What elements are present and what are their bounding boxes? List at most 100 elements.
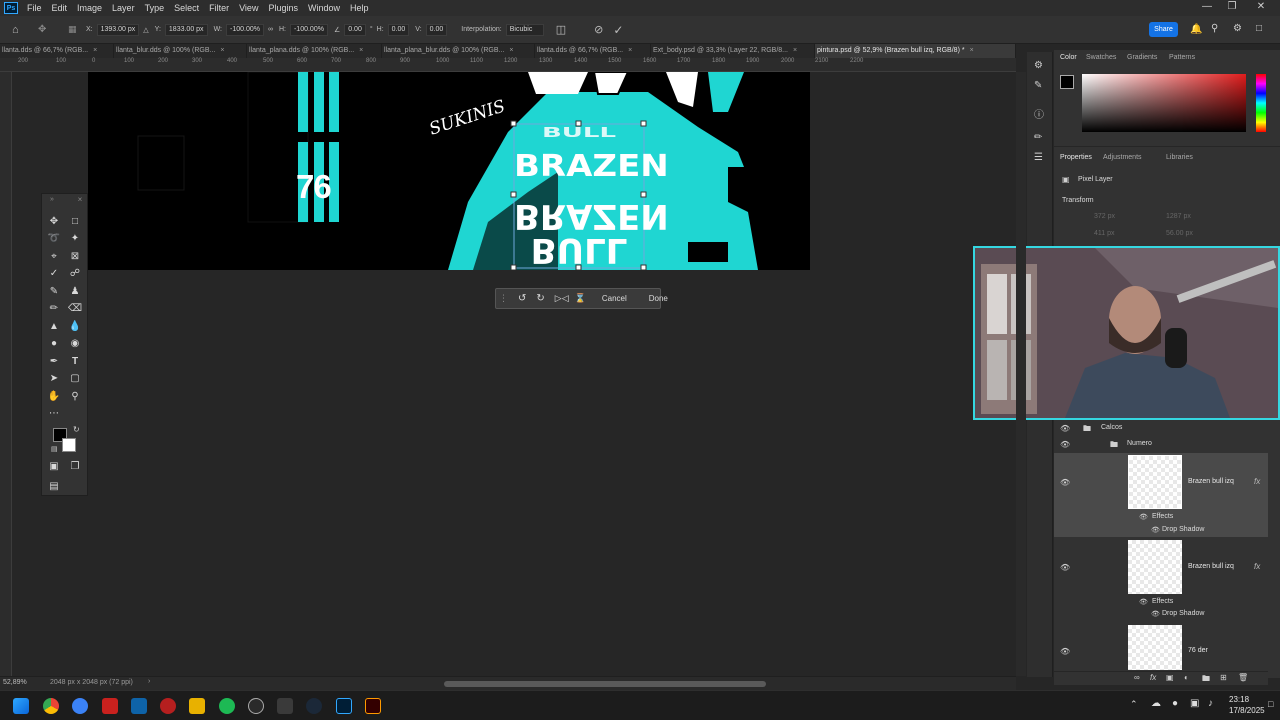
share-button[interactable]: Share bbox=[1149, 22, 1178, 37]
frame-tool-icon[interactable]: ⊠ bbox=[67, 250, 83, 264]
canvas-area[interactable]: 76 SUKINIS BRAZEN BULL BRAZEN BULL bbox=[12, 72, 1014, 676]
healing-brush-tool-icon[interactable]: ☍ bbox=[67, 267, 83, 281]
reference-point-icon[interactable]: ▦ bbox=[68, 24, 82, 35]
done-button[interactable]: Done bbox=[649, 294, 668, 303]
gear-icon[interactable]: ⚙ bbox=[1233, 23, 1242, 34]
info-panel-icon[interactable]: ⓘ bbox=[1034, 106, 1044, 121]
close-tab-icon[interactable]: × bbox=[93, 47, 97, 54]
layer-name[interactable]: Brazen bull izq bbox=[1188, 478, 1234, 485]
drag-handle-icon[interactable]: ⋮ bbox=[499, 293, 508, 304]
hand-tool-icon[interactable]: ✋ bbox=[46, 390, 62, 404]
tab-llanta-plana[interactable]: llanta_plana.dds @ 100% (RGB... × bbox=[247, 44, 382, 58]
vertical-ruler[interactable] bbox=[0, 72, 12, 676]
close-tab-icon[interactable]: × bbox=[359, 47, 363, 54]
steam-icon[interactable] bbox=[306, 698, 322, 714]
history-panel-icon[interactable]: ⚙ bbox=[1034, 60, 1043, 71]
adjust-panel-icon[interactable]: ☰ bbox=[1034, 152, 1043, 163]
visibility-eye-icon[interactable]: 👁 bbox=[1151, 526, 1160, 534]
tab-libraries[interactable]: Libraries bbox=[1166, 154, 1193, 161]
commit-transform-icon[interactable]: ✓ bbox=[613, 23, 623, 37]
crop-tool-icon[interactable]: ⌖ bbox=[46, 250, 62, 264]
add-mask-icon[interactable]: ▣ bbox=[1166, 673, 1174, 682]
close-tab-icon[interactable]: × bbox=[628, 47, 632, 54]
panel-foreground-swatch[interactable] bbox=[1060, 75, 1074, 89]
layer-name[interactable]: 76 der bbox=[1188, 647, 1208, 654]
hue-slider[interactable] bbox=[1256, 74, 1266, 132]
menu-view[interactable]: View bbox=[234, 3, 263, 13]
app-icon[interactable] bbox=[72, 698, 88, 714]
chrome-icon[interactable] bbox=[43, 698, 59, 714]
cloud-icon[interactable]: ☁ bbox=[1151, 698, 1161, 709]
lasso-tool-icon[interactable]: ➰ bbox=[46, 232, 62, 246]
brush-panel-icon[interactable]: ✏ bbox=[1034, 132, 1042, 143]
close-tab-icon[interactable]: × bbox=[970, 47, 974, 54]
file-explorer-icon[interactable] bbox=[189, 698, 205, 714]
menu-select[interactable]: Select bbox=[169, 3, 204, 13]
new-group-icon[interactable]: 🖿 bbox=[1202, 673, 1210, 687]
visibility-eye-icon[interactable]: 👁 bbox=[1151, 610, 1160, 618]
angle-field[interactable]: 0.00 bbox=[344, 23, 366, 36]
rotate-left-icon[interactable]: ↺ bbox=[518, 293, 526, 304]
tab-llanta[interactable]: llanta.dds @ 66,7% (RGB... × bbox=[0, 44, 114, 58]
move-tool-icon[interactable]: ✥ bbox=[38, 24, 52, 35]
more-tools-icon[interactable]: ⋯ bbox=[46, 407, 62, 421]
close-tab-icon[interactable]: × bbox=[793, 47, 797, 54]
hskew-field[interactable]: 0.00 bbox=[387, 23, 410, 36]
horizontal-ruler[interactable]: 200 100 0 100 200 300 400 500 600 700 80… bbox=[0, 58, 1016, 72]
warp-icon[interactable]: ◫ bbox=[556, 23, 566, 36]
blur-tool-icon[interactable]: 💧 bbox=[67, 320, 83, 334]
layer-group-name[interactable]: Calcos bbox=[1101, 424, 1122, 431]
search-icon[interactable]: ⚲ bbox=[1211, 23, 1218, 34]
zoom-tool-icon[interactable]: ⚲ bbox=[67, 390, 83, 404]
layer-row[interactable]: 👁 Brazen bull izq fx bbox=[1054, 538, 1268, 622]
effect-name[interactable]: Drop Shadow bbox=[1162, 526, 1204, 533]
home-icon[interactable]: ⌂ bbox=[12, 24, 26, 36]
prop-w-value[interactable]: 372 px bbox=[1094, 213, 1115, 220]
magic-wand-tool-icon[interactable]: ✦ bbox=[67, 232, 83, 246]
close-toolbar-icon[interactable]: × bbox=[72, 193, 88, 207]
vskew-field[interactable]: 0.00 bbox=[425, 23, 448, 36]
dodge-tool-icon[interactable]: ● bbox=[46, 337, 62, 351]
vscode-icon[interactable] bbox=[131, 698, 147, 714]
menu-plugins[interactable]: Plugins bbox=[263, 3, 303, 13]
layer-row[interactable]: 👁 76 der bbox=[1054, 622, 1268, 670]
menu-window[interactable]: Window bbox=[303, 3, 345, 13]
pen-tool-icon[interactable]: ✒ bbox=[46, 355, 62, 369]
layer-name[interactable]: Brazen bull izq bbox=[1188, 563, 1234, 570]
delete-layer-icon[interactable]: 🗑 bbox=[1238, 673, 1248, 682]
brush-tool-icon[interactable]: ✎ bbox=[46, 285, 62, 299]
tab-color[interactable]: Color bbox=[1060, 54, 1077, 61]
delta-icon[interactable]: △ bbox=[143, 26, 148, 34]
visibility-eye-icon[interactable]: 👁 bbox=[1060, 424, 1070, 433]
tab-adjustments[interactable]: Adjustments bbox=[1103, 154, 1142, 161]
edit-toolbar-icon[interactable]: ▤ bbox=[46, 480, 62, 494]
close-tab-icon[interactable]: × bbox=[220, 47, 224, 54]
history-brush-tool-icon[interactable]: ✏ bbox=[46, 302, 62, 316]
effect-name[interactable]: Drop Shadow bbox=[1162, 610, 1204, 617]
quick-mask-icon[interactable]: ▣ bbox=[46, 460, 62, 474]
notifications-icon[interactable]: 🔔 bbox=[1190, 24, 1202, 35]
path-selection-tool-icon[interactable]: ➤ bbox=[46, 372, 62, 386]
rectangle-tool-icon[interactable]: ▢ bbox=[67, 372, 83, 386]
horizontal-scrollbar[interactable] bbox=[444, 681, 766, 687]
flip-horizontal-icon[interactable]: ▷◁ bbox=[555, 293, 569, 304]
y-field[interactable]: 1833.00 px bbox=[164, 23, 208, 36]
screen-mode-icon[interactable]: ❐ bbox=[67, 460, 83, 474]
sponge-tool-icon[interactable]: ◉ bbox=[67, 337, 83, 351]
tab-llanta-plana-blur[interactable]: llanta_plana_blur.dds @ 100% (RGB... × bbox=[382, 44, 535, 58]
cancel-transform-icon[interactable]: ⊘ bbox=[594, 23, 603, 36]
visibility-eye-icon[interactable]: 👁 bbox=[1060, 563, 1070, 572]
menu-type[interactable]: Type bbox=[140, 3, 170, 13]
app-icon[interactable] bbox=[248, 698, 264, 714]
prop-y-value[interactable]: 56.00 px bbox=[1166, 230, 1193, 237]
photoshop-taskbar-icon[interactable] bbox=[336, 698, 352, 714]
h-field[interactable]: -100.00% bbox=[289, 23, 328, 36]
comments-panel-icon[interactable]: ✎ bbox=[1034, 80, 1042, 91]
fx-badge[interactable]: fx bbox=[1254, 562, 1260, 571]
x-field[interactable]: 1393.00 px bbox=[96, 23, 140, 36]
default-colors-icon[interactable]: ▤ bbox=[51, 445, 58, 453]
notification-center-icon[interactable]: □ bbox=[1268, 699, 1273, 709]
swap-colors-icon[interactable]: ↻ bbox=[73, 425, 80, 434]
move-tool-icon[interactable]: ✥ bbox=[46, 215, 62, 229]
chevron-up-icon[interactable]: ⌃ bbox=[1130, 699, 1138, 710]
